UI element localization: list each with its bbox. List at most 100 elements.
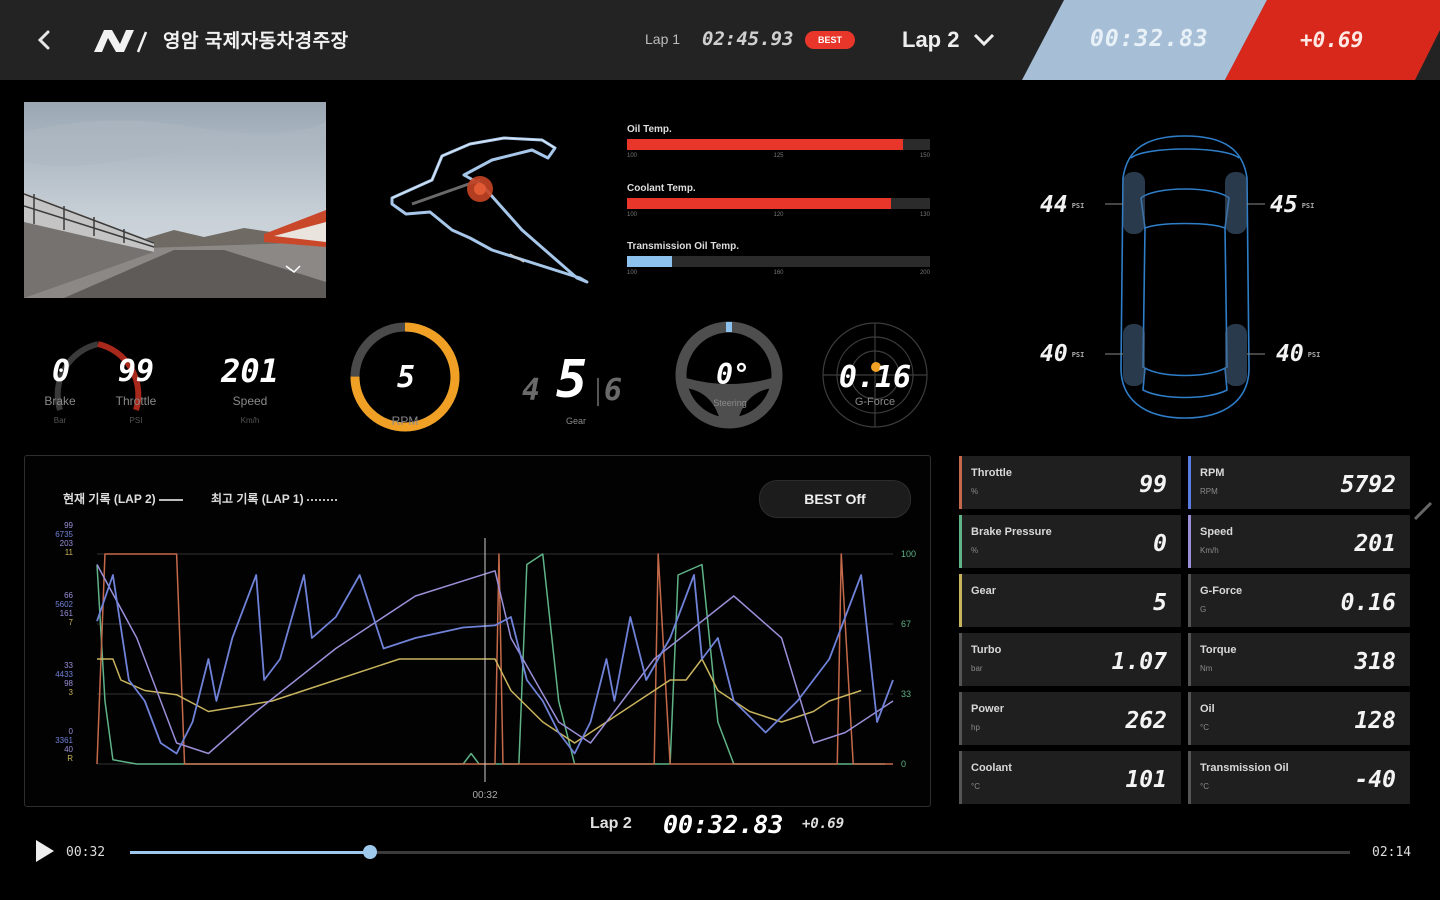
speed-value: 201 — [221, 352, 279, 390]
progress-fill — [130, 851, 371, 854]
tire-pressure-front-left: 44 PSI — [1040, 192, 1084, 218]
lap-select-label: Lap 2 — [902, 27, 960, 52]
gear-label: Gear — [565, 416, 586, 426]
stat-color-bar — [1188, 574, 1191, 627]
current-lap-time: 00:32.83 — [1090, 26, 1209, 52]
left-axis-tick: 40 — [64, 745, 73, 754]
left-axis-tick: 3361 — [55, 736, 73, 745]
gear-prev: 4 — [522, 373, 541, 408]
stat-card-coolant: Coolant °C 101 — [959, 751, 1181, 804]
rpm-value: 5 — [396, 360, 416, 395]
left-axis-tick: 161 — [60, 609, 74, 618]
left-axis-tick: 5602 — [55, 600, 73, 609]
left-axis-tick: 203 — [60, 539, 74, 548]
tire-value: 40 — [1040, 341, 1068, 367]
back-arrow-icon[interactable] — [30, 24, 60, 56]
stat-card-transmission-oil: Transmission Oil °C -40 — [1188, 751, 1410, 804]
stat-unit: G — [1200, 605, 1207, 614]
left-axis-tick: 33 — [64, 661, 73, 670]
stat-card-oil: Oil °C 128 — [1188, 692, 1410, 745]
playback-progress-bar[interactable] — [130, 845, 1350, 859]
g-force-label: G-Force — [854, 396, 896, 408]
stat-unit: RPM — [1200, 487, 1218, 496]
brake-unit: Bar — [53, 416, 67, 425]
stat-name: Brake Pressure — [971, 526, 1052, 538]
stat-name: Power — [971, 703, 1005, 715]
stat-unit: °C — [971, 782, 980, 791]
tire-unit: PSI — [1307, 350, 1321, 359]
left-axis-tick: 11 — [65, 548, 74, 557]
stat-name: RPM — [1200, 467, 1225, 479]
stat-name: Turbo — [971, 644, 1002, 656]
brake-label: Brake — [44, 394, 76, 408]
stat-card-rpm: RPM RPM 5792 — [1188, 456, 1410, 509]
stat-value: 262 — [1125, 708, 1167, 734]
stat-value: 101 — [1125, 767, 1167, 793]
stat-unit: % — [971, 487, 979, 496]
stat-value: 201 — [1354, 531, 1396, 557]
lap-select-dropdown[interactable]: Lap 2 — [902, 22, 995, 58]
stat-card-throttle: Throttle% 99 — [959, 456, 1181, 509]
stat-value: 1.07 — [1111, 649, 1167, 675]
pencil-icon[interactable] — [1412, 500, 1434, 522]
time-cursor-label: 00:32 — [472, 790, 497, 801]
stat-name: Gear — [971, 585, 997, 597]
stat-card-g-force: G-Force G 0.16 — [1188, 574, 1410, 627]
track-map — [390, 136, 589, 284]
left-axis-tick: 66 — [64, 591, 73, 600]
stat-color-bar — [959, 751, 962, 804]
tick: 125 — [773, 153, 784, 159]
speed-label: Speed — [232, 394, 268, 408]
stat-value: 99 — [1139, 472, 1167, 498]
stat-unit: hp — [971, 723, 980, 732]
track-name: 영암 국제자동차경주장 — [163, 31, 349, 52]
playback-current-time: 00:32 — [66, 845, 106, 860]
stat-card-speed: Speed Km/h 201 — [1188, 515, 1410, 568]
stat-color-bar — [959, 515, 962, 568]
stat-name: G-Force — [1200, 585, 1243, 597]
stat-name: Coolant — [971, 762, 1012, 774]
tire-pressure-rear-left: 40 PSI — [1040, 341, 1084, 367]
stat-unit: Km/h — [1200, 546, 1219, 555]
transmission-temp-bar: Transmission Oil Temp. 100 160 200 — [627, 241, 930, 276]
chevron-down-icon — [974, 33, 995, 47]
tire-unit: PSI — [1071, 201, 1085, 210]
tire-pressure-front-right: 45 PSI — [1270, 192, 1314, 218]
stat-value: 5792 — [1340, 472, 1396, 498]
stat-value: -40 — [1354, 767, 1396, 793]
car-top-view-icon — [1105, 135, 1265, 419]
bottom-lap-time: 00:32.83 — [663, 810, 784, 839]
stat-color-bar — [1188, 515, 1191, 568]
tick: 100 — [627, 270, 638, 276]
best-badge: BEST — [805, 31, 855, 49]
steering-label: Steering — [713, 398, 747, 408]
play-icon[interactable] — [34, 838, 56, 864]
gear-current: 5 — [556, 350, 588, 410]
left-axis-tick: 0 — [69, 727, 74, 736]
lap1-label: Lap 1 — [645, 31, 681, 47]
telemetry-chart[interactable]: 현재 기록 (LAP 2) 최고 기록 (LAP 1) BEST Off 99 6… — [24, 455, 931, 807]
throttle-value: 99 — [117, 354, 155, 389]
bottom-lap-delta: +0.69 — [802, 816, 845, 832]
right-axis-tick: 0 — [901, 759, 906, 769]
onboard-video[interactable] — [24, 102, 326, 298]
stat-color-bar — [1188, 751, 1191, 804]
transmission-temp-track — [627, 256, 930, 267]
stat-name: Oil — [1200, 703, 1215, 715]
lap-delta: +0.69 — [1300, 28, 1364, 52]
stat-card-brake-pressure: Brake Pressure% 0 — [959, 515, 1181, 568]
right-axis-tick: 100 — [901, 549, 916, 559]
stat-unit: Nm — [1200, 664, 1213, 673]
stat-unit: °C — [1200, 723, 1209, 732]
progress-knob[interactable] — [363, 845, 378, 859]
stat-name: Speed — [1200, 526, 1234, 538]
throttle-label: Throttle — [115, 394, 157, 408]
stat-card-power: Power hp 262 — [959, 692, 1181, 745]
stat-unit: °C — [1200, 782, 1209, 791]
tick: 150 — [919, 153, 930, 159]
right-axis-tick: 33 — [901, 689, 911, 699]
transmission-temp-label: Transmission Oil Temp. — [627, 241, 740, 252]
lap1-time: 02:45.93 — [702, 28, 794, 50]
speed-unit: Km/h — [240, 416, 260, 425]
tick: 100 — [627, 153, 638, 159]
